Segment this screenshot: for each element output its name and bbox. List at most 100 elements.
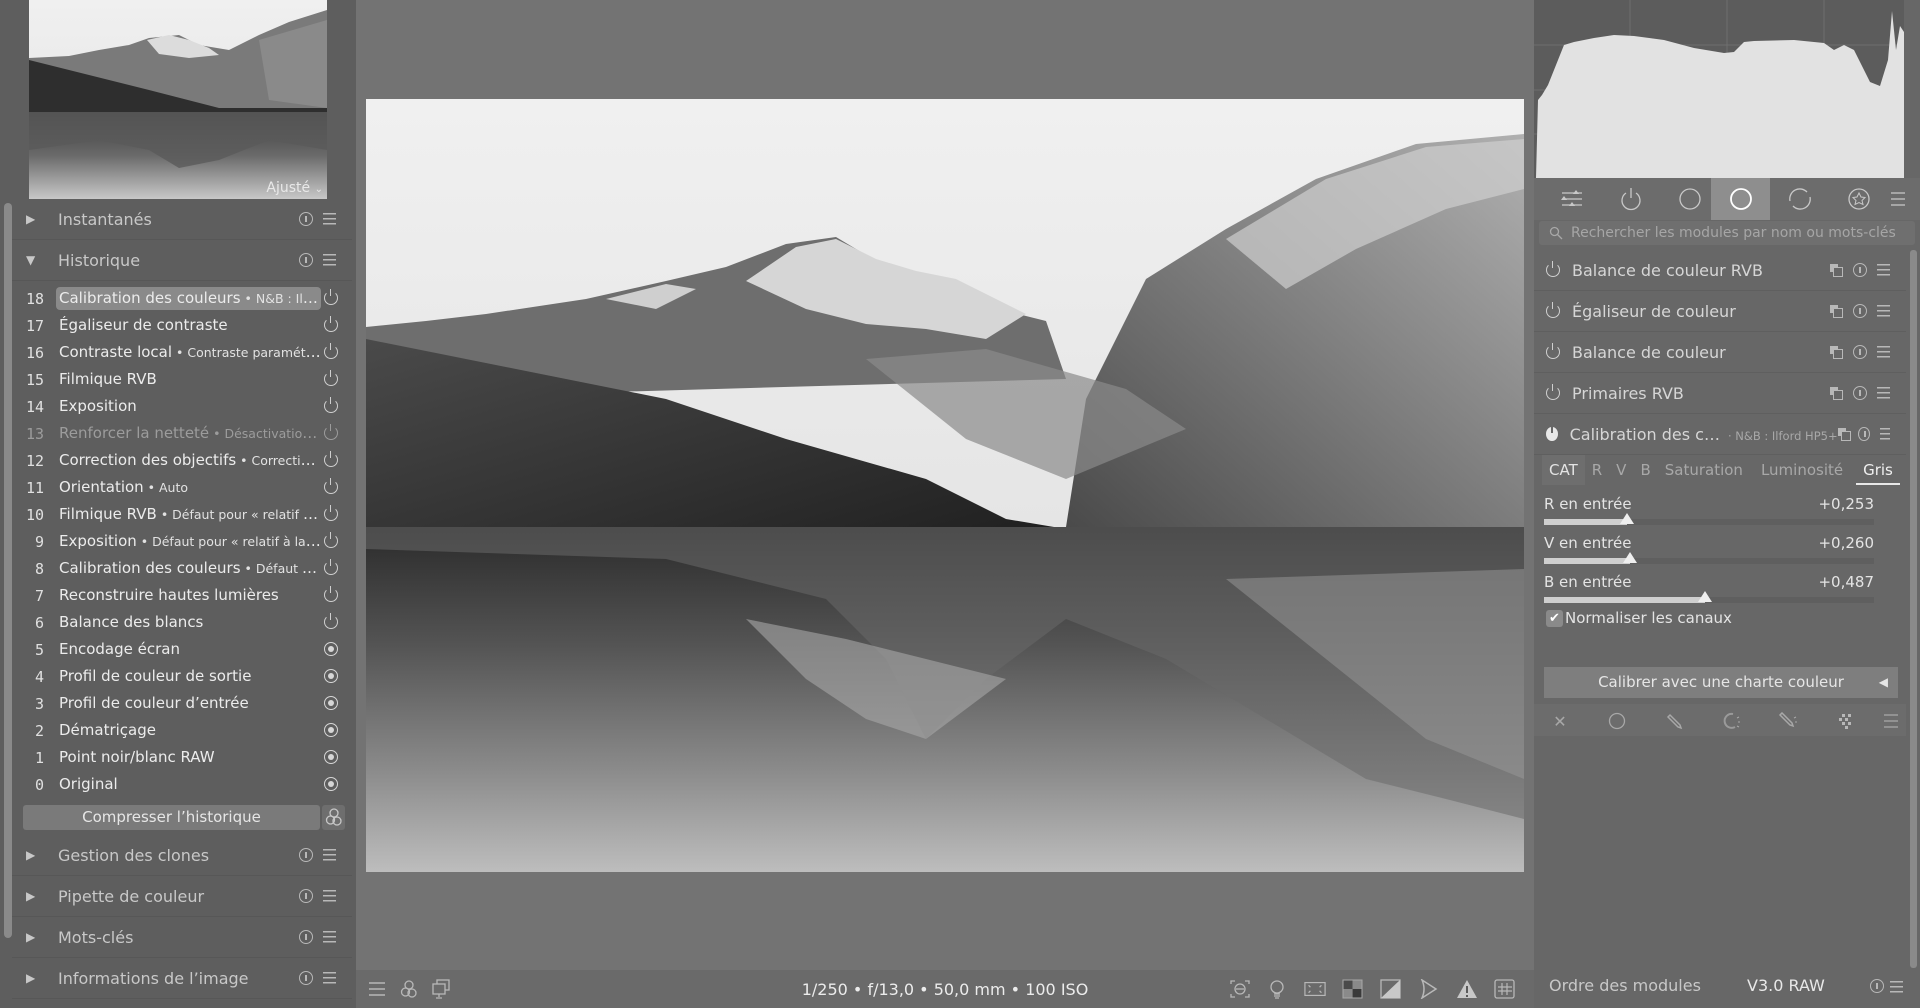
reset-icon[interactable] <box>1853 304 1867 318</box>
history-item[interactable]: 18 Calibration des couleurs • N&B : Ilfor… <box>12 285 352 312</box>
section-image-information[interactable]: ▶ Informations de l’image <box>12 958 352 999</box>
history-item[interactable]: 13 Renforcer la netteté • Désactivation r… <box>12 420 352 447</box>
reset-icon[interactable] <box>299 212 313 226</box>
reset-icon[interactable] <box>299 253 313 267</box>
section-tagging[interactable]: ▶ Mots-clés <box>12 917 352 958</box>
reset-icon[interactable] <box>1853 345 1867 359</box>
section-snapshots[interactable]: ▶ Instantanés <box>12 199 352 240</box>
calibration-tab[interactable]: CAT <box>1542 455 1585 485</box>
calibration-tab[interactable]: Saturation <box>1658 455 1750 485</box>
slider-track[interactable] <box>1544 513 1874 525</box>
multi-instance-icon[interactable] <box>1830 263 1843 277</box>
input-slider[interactable]: V en entrée +0,260 <box>1544 534 1874 564</box>
presets-menu-icon[interactable] <box>1877 346 1890 358</box>
raw-overexposed-icon[interactable] <box>1304 979 1326 999</box>
drawn-mask-pencil-icon[interactable] <box>1664 711 1684 731</box>
slider-thumb[interactable] <box>1697 591 1712 602</box>
focus-peaking-icon[interactable] <box>1229 979 1251 999</box>
history-item[interactable]: 11 Orientation • Auto <box>12 474 352 501</box>
color-assessment-bulb-icon[interactable] <box>1266 979 1288 999</box>
drawn-parametric-mask-icon[interactable] <box>1778 711 1798 731</box>
clipping-indicator-icon[interactable] <box>1342 979 1364 999</box>
history-item[interactable]: 15 Filmique RVB <box>12 366 352 393</box>
history-item[interactable]: 4 Profil de couleur de sortie <box>12 663 352 690</box>
section-history[interactable]: ▼ Historique <box>12 240 352 281</box>
module-power-icon[interactable] <box>1546 426 1558 441</box>
slider-thumb[interactable] <box>1622 552 1637 563</box>
tab-color[interactable] <box>1711 178 1770 220</box>
presets-menu-icon[interactable] <box>1879 428 1890 440</box>
calibration-tab[interactable]: B <box>1633 455 1657 485</box>
presets-menu-icon[interactable] <box>323 254 336 266</box>
mask-off-icon[interactable]: ✕ <box>1550 711 1570 731</box>
calibrate-color-checker-button[interactable]: Calibrer avec une charte couleur ◀ <box>1544 667 1898 698</box>
main-image[interactable] <box>366 99 1524 872</box>
history-item[interactable]: 2 Dématriçage <box>12 717 352 744</box>
reset-icon[interactable] <box>1853 386 1867 400</box>
create-style-button[interactable] <box>322 805 345 830</box>
history-item[interactable]: 10 Filmique RVB • Défaut pour « relatif à… <box>12 501 352 528</box>
raster-mask-icon[interactable] <box>1835 711 1855 731</box>
slider-track[interactable] <box>1544 552 1874 564</box>
multi-instance-icon[interactable] <box>1830 386 1843 400</box>
input-slider[interactable]: B en entrée +0,487 <box>1544 573 1874 603</box>
history-item[interactable]: 1 Point noir/blanc RAW <box>12 744 352 771</box>
slider-track[interactable] <box>1544 591 1874 603</box>
calibration-tab[interactable]: Luminosité <box>1754 455 1850 485</box>
tab-active-modules[interactable] <box>1601 178 1660 220</box>
history-item[interactable]: 0 Original <box>12 771 352 798</box>
compress-history-button[interactable]: Compresser l’historique <box>23 805 320 830</box>
presets-menu-icon[interactable] <box>323 972 336 984</box>
warning-icon[interactable] <box>1456 979 1478 999</box>
presets-menu-icon[interactable] <box>323 890 336 902</box>
reset-icon[interactable] <box>299 930 313 944</box>
history-item[interactable]: 17 Égaliseur de contraste <box>12 312 352 339</box>
reset-icon[interactable] <box>299 971 313 985</box>
history-item[interactable]: 7 Reconstruire hautes lumières <box>12 582 352 609</box>
module-power-icon[interactable] <box>1546 343 1560 359</box>
left-panel-scrollbar[interactable] <box>4 203 12 938</box>
history-item[interactable]: 16 Contraste local • Contraste paramétriq… <box>12 339 352 366</box>
section-color-picker[interactable]: ▶ Pipette de couleur <box>12 876 352 917</box>
presets-menu-icon[interactable] <box>1890 981 1903 993</box>
multi-instance-icon[interactable] <box>1830 345 1843 359</box>
history-item[interactable]: 9 Exposition • Défaut pour « relatif à la… <box>12 528 352 555</box>
module-header[interactable]: Primaires RVB <box>1534 373 1906 414</box>
input-slider[interactable]: R en entrée +0,253 <box>1544 495 1874 525</box>
presets-menu-icon[interactable] <box>323 931 336 943</box>
module-header[interactable]: Égaliseur de couleur <box>1534 291 1906 332</box>
softproof-icon[interactable] <box>1380 979 1402 999</box>
blend-menu-icon[interactable] <box>1881 711 1901 731</box>
multi-instance-icon[interactable] <box>1830 304 1843 318</box>
multi-instance-icon[interactable] <box>1837 427 1852 441</box>
right-panel-scrollbar[interactable] <box>1910 250 1917 968</box>
tab-quick-access[interactable] <box>1542 178 1601 220</box>
normalize-channels-checkbox[interactable]: ✔ Normaliser les canaux <box>1546 609 1732 627</box>
module-order-value[interactable]: V3.0 RAW <box>1747 976 1825 995</box>
presets-menu-icon[interactable] <box>1877 305 1890 317</box>
histogram[interactable] <box>1534 0 1904 178</box>
module-header[interactable]: Balance de couleur <box>1534 332 1906 373</box>
module-header[interactable]: Balance de couleur RVB <box>1534 250 1906 291</box>
reset-icon[interactable] <box>299 889 313 903</box>
gamut-check-icon[interactable] <box>1418 979 1440 999</box>
module-search-input[interactable]: Rechercher les modules par nom ou mots-c… <box>1539 221 1915 245</box>
module-header[interactable]: Calibration des c… · N&B : Ilford HP5+ <box>1534 414 1906 455</box>
tab-correct[interactable] <box>1770 178 1829 220</box>
reset-icon[interactable] <box>1858 427 1870 441</box>
calibration-tab[interactable]: V <box>1609 455 1633 485</box>
module-power-icon[interactable] <box>1546 384 1560 400</box>
module-power-icon[interactable] <box>1546 261 1560 277</box>
history-item[interactable]: 8 Calibration des couleurs • Défaut pour … <box>12 555 352 582</box>
navigation-thumbnail[interactable] <box>29 0 327 199</box>
presets-menu-icon[interactable] <box>323 213 336 225</box>
calibration-tab[interactable]: Gris <box>1856 455 1900 485</box>
history-item[interactable]: 3 Profil de couleur d’entrée <box>12 690 352 717</box>
presets-menu-icon[interactable] <box>323 849 336 861</box>
history-item[interactable]: 12 Correction des objectifs • Correction … <box>12 447 352 474</box>
slider-thumb[interactable] <box>1620 513 1635 524</box>
thumbnail-zoom-dropdown[interactable]: Ajusté ⌄ <box>262 180 327 196</box>
section-duplicate-manager[interactable]: ▶ Gestion des clones <box>12 835 352 876</box>
guides-grid-icon[interactable] <box>1494 979 1516 999</box>
parametric-mask-icon[interactable] <box>1721 711 1741 731</box>
